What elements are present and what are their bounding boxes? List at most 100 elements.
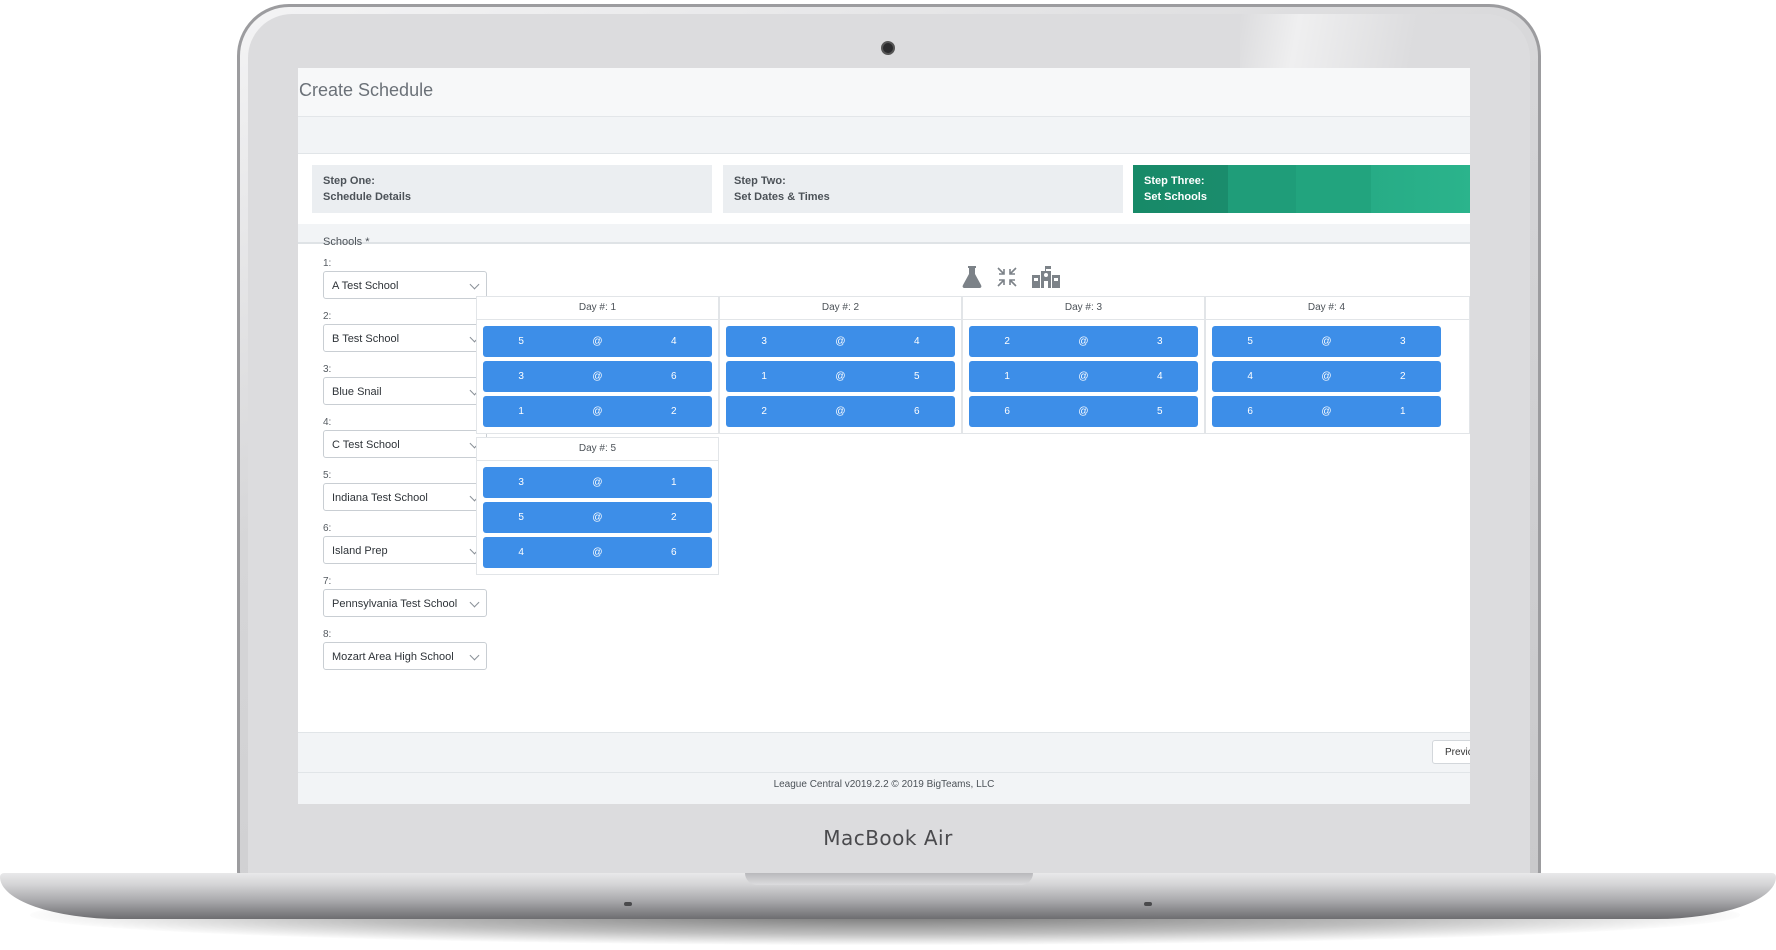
at-symbol: @ (835, 336, 846, 347)
match-button[interactable]: 2 @6 (726, 396, 955, 427)
home-team: 3 (1400, 336, 1406, 347)
at-symbol: @ (1321, 406, 1332, 417)
school-select[interactable]: A Test School (323, 271, 487, 299)
flask-icon[interactable] (962, 265, 982, 289)
away-team: 1 (518, 406, 524, 417)
field-number: 5: (323, 470, 332, 481)
school-select[interactable]: Indiana Test School (323, 483, 487, 511)
home-team: 3 (1157, 336, 1163, 347)
home-team: 5 (1157, 406, 1163, 417)
day-card-4: Day #: 4 5 @3 4 @2 6 @1 (1205, 296, 1470, 434)
laptop-foot (1144, 902, 1152, 906)
day-title: Day #: 4 (1206, 297, 1469, 320)
camera-icon (881, 41, 895, 55)
away-team: 6 (1004, 406, 1010, 417)
chevron-down-icon (469, 650, 480, 661)
section-divider (298, 224, 1470, 244)
select-value: C Test School (332, 439, 400, 451)
school-field-3: 3: Blue Snail (323, 364, 487, 405)
app-screen: Create Schedule Step One: Schedule Detai… (298, 68, 1470, 804)
school-field-4: 4: C Test School (323, 417, 487, 458)
match-button[interactable]: 5 @3 (1212, 326, 1441, 357)
at-symbol: @ (592, 512, 603, 523)
at-symbol: @ (592, 547, 603, 558)
day-title: Day #: 1 (477, 297, 718, 320)
school-select[interactable]: Mozart Area High School (323, 642, 487, 670)
home-team: 2 (671, 512, 677, 523)
match-button[interactable]: 2 @3 (969, 326, 1198, 357)
school-icon[interactable] (1032, 265, 1060, 289)
away-team: 1 (761, 371, 767, 382)
match-button[interactable]: 4 @6 (483, 537, 712, 568)
day-card-5: Day #: 5 3 @1 5 @2 4 @6 (476, 437, 719, 575)
match-button[interactable]: 5 @2 (483, 502, 712, 533)
laptop-hinge-notch (745, 873, 1033, 885)
away-team: 4 (518, 547, 524, 558)
at-symbol: @ (1321, 336, 1332, 347)
home-team: 1 (671, 477, 677, 488)
school-field-5: 5: Indiana Test School (323, 470, 487, 511)
at-symbol: @ (592, 406, 603, 417)
at-symbol: @ (1078, 371, 1089, 382)
step-three-active[interactable]: Step Three: Set Schools (1133, 165, 1470, 213)
select-value: Blue Snail (332, 386, 382, 398)
step-two[interactable]: Step Two: Set Dates & Times (723, 165, 1123, 213)
at-symbol: @ (835, 371, 846, 382)
match-button[interactable]: 3 @1 (483, 467, 712, 498)
match-button[interactable]: 6 @1 (1212, 396, 1441, 427)
wizard-steps: Step One: Schedule Details Step Two: Set… (298, 154, 1470, 224)
match-button[interactable]: 1 @4 (969, 361, 1198, 392)
footer-actions (298, 732, 1470, 773)
match-button[interactable]: 3 @6 (483, 361, 712, 392)
school-select[interactable]: Blue Snail (323, 377, 487, 405)
section-divider (298, 116, 1470, 155)
field-number: 3: (323, 364, 332, 375)
step-sub: Set Schools (1144, 191, 1207, 203)
page-title: Create Schedule (299, 80, 434, 100)
home-team: 4 (1157, 371, 1163, 382)
day-card-2: Day #: 2 3 @4 1 @5 2 @6 (719, 296, 962, 434)
home-team: 6 (914, 406, 920, 417)
away-team: 3 (518, 477, 524, 488)
schools-label: Schools * (323, 236, 370, 248)
bezel-glare (1240, 14, 1530, 74)
step-label: Step Two: (734, 175, 786, 187)
school-field-1: 1: A Test School (323, 258, 487, 299)
field-number: 7: (323, 576, 332, 587)
step-label: Step One: (323, 175, 375, 187)
select-value: Mozart Area High School (332, 651, 454, 663)
school-field-6: 6: Island Prep (323, 523, 487, 564)
title-bar: Create Schedule (298, 68, 1470, 116)
away-team: 1 (1004, 371, 1010, 382)
day-title: Day #: 5 (477, 438, 718, 461)
match-button[interactable]: 5 @4 (483, 326, 712, 357)
match-button[interactable]: 4 @2 (1212, 361, 1441, 392)
step-one[interactable]: Step One: Schedule Details (312, 165, 712, 213)
away-team: 4 (1247, 371, 1253, 382)
away-team: 2 (1004, 336, 1010, 347)
step-sub: Schedule Details (323, 191, 412, 203)
select-value: B Test School (332, 333, 400, 345)
school-select[interactable]: B Test School (323, 324, 487, 352)
step-label: Step Three: (1144, 175, 1205, 187)
previous-button[interactable]: Previc (1432, 740, 1470, 764)
match-button[interactable]: 3 @4 (726, 326, 955, 357)
school-select[interactable]: C Test School (323, 430, 487, 458)
home-team: 4 (914, 336, 920, 347)
match-button[interactable]: 1 @5 (726, 361, 955, 392)
school-select[interactable]: Island Prep (323, 536, 487, 564)
field-number: 6: (323, 523, 332, 534)
school-field-7: 7: Pennsylvania Test School (323, 576, 487, 617)
step-sub: Set Dates & Times (734, 191, 830, 203)
school-select[interactable]: Pennsylvania Test School (323, 589, 487, 617)
day-card-3: Day #: 3 2 @3 1 @4 6 @5 (962, 296, 1205, 434)
compress-arrows-icon[interactable] (996, 266, 1018, 288)
match-button[interactable]: 1 @2 (483, 396, 712, 427)
match-button[interactable]: 6 @5 (969, 396, 1198, 427)
select-value: Pennsylvania Test School (332, 598, 458, 610)
field-number: 2: (323, 311, 332, 322)
at-symbol: @ (835, 406, 846, 417)
at-symbol: @ (592, 371, 603, 382)
home-team: 6 (671, 371, 677, 382)
school-field-2: 2: B Test School (323, 311, 487, 352)
